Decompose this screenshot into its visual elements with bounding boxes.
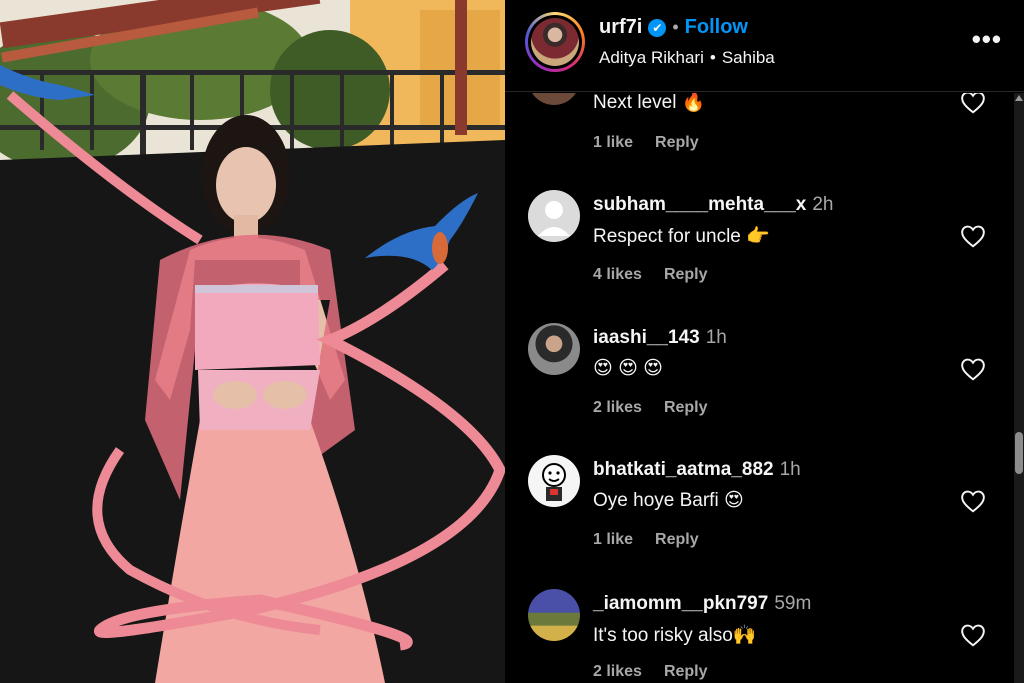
comment-list: Next level 🔥 1 like Reply subham____meht… [505, 93, 1024, 683]
like-heart-icon[interactable] [960, 224, 986, 248]
like-heart-icon[interactable] [960, 489, 986, 513]
like-count[interactable]: 2 likes [593, 663, 642, 681]
like-count[interactable]: 1 like [593, 134, 633, 152]
reply-button[interactable]: Reply [664, 663, 708, 681]
comment-text: Next level 🔥 [593, 93, 706, 113]
post-photo-illustration [0, 0, 505, 683]
comment-username[interactable]: _iamomm__pkn797 59m [593, 593, 811, 615]
partial-avatar-icon[interactable] [528, 93, 580, 105]
comment-item: bhatkati_aatma_882 1h Oye hoye Barfi 😍 1 … [505, 455, 1005, 565]
header-username[interactable]: urf7i [599, 16, 642, 39]
like-count[interactable]: 1 like [593, 531, 633, 549]
more-options-icon[interactable]: ••• [972, 24, 1002, 55]
comment-username[interactable]: iaashi__143 1h [593, 327, 727, 349]
comment-meta: 1 like Reply [593, 134, 699, 152]
header-user-line: urf7i ✔ • Follow [599, 16, 748, 39]
comment-meta: 2 likes Reply [593, 663, 708, 681]
cartoon-avatar-icon[interactable] [528, 455, 580, 507]
comment-text: Respect for uncle 👉 [593, 226, 770, 247]
comment-time: 1h [779, 459, 801, 480]
comment-meta: 4 likes Reply [593, 266, 708, 284]
like-heart-icon[interactable] [960, 357, 986, 381]
comments-panel: urf7i ✔ • Follow Aditya Rikhari • Sahiba… [505, 0, 1024, 683]
reply-button[interactable]: Reply [664, 266, 708, 284]
audio-artist[interactable]: Aditya Rikhari [599, 48, 704, 68]
comment-username[interactable]: bhatkati_aatma_882 1h [593, 459, 801, 481]
follow-button[interactable]: Follow [685, 16, 748, 39]
reply-button[interactable]: Reply [655, 531, 699, 549]
comment-item: iaashi__143 1h 😍 😍 😍 2 likes Reply [505, 323, 1005, 433]
audio-song[interactable]: Sahiba [722, 48, 775, 68]
comment-time: 1h [705, 327, 727, 348]
like-heart-icon[interactable] [960, 623, 986, 647]
photo-avatar-icon[interactable] [528, 589, 580, 641]
header-separator: • [672, 17, 679, 37]
like-count[interactable]: 2 likes [593, 399, 642, 417]
comment-meta: 2 likes Reply [593, 399, 708, 417]
post-header: urf7i ✔ • Follow Aditya Rikhari • Sahiba… [505, 0, 1024, 92]
profile-avatar[interactable] [525, 12, 585, 72]
comments-scrollbar[interactable] [1014, 93, 1024, 683]
like-count[interactable]: 4 likes [593, 266, 642, 284]
comment-item: subham____mehta___x 2h Respect for uncle … [505, 190, 1005, 300]
comment-text: 😍 😍 😍 [593, 358, 663, 379]
comment-item: _iamomm__pkn797 59m It's too risky also🙌 … [505, 589, 1005, 683]
comment-time: 2h [812, 194, 834, 215]
comment-time: 59m [774, 593, 812, 614]
comment-text: It's too risky also🙌 [593, 625, 757, 646]
like-heart-icon[interactable] [960, 93, 986, 114]
reply-button[interactable]: Reply [655, 134, 699, 152]
comment-username[interactable]: subham____mehta___x 2h [593, 194, 833, 216]
photo-avatar-icon[interactable] [528, 323, 580, 375]
comment-text: Oye hoye Barfi 😍 [593, 490, 744, 511]
audio-separator: • [709, 48, 716, 67]
comment-item: Next level 🔥 1 like Reply [505, 93, 1005, 183]
scroll-up-arrow-icon[interactable] [1015, 95, 1023, 101]
comment-meta: 1 like Reply [593, 531, 699, 549]
verified-badge-icon: ✔ [648, 18, 667, 37]
scrollbar-thumb[interactable] [1015, 432, 1023, 474]
default-avatar-icon[interactable] [528, 190, 580, 242]
reply-button[interactable]: Reply [664, 399, 708, 417]
post-image[interactable] [0, 0, 505, 683]
audio-info[interactable]: Aditya Rikhari • Sahiba [599, 48, 775, 68]
